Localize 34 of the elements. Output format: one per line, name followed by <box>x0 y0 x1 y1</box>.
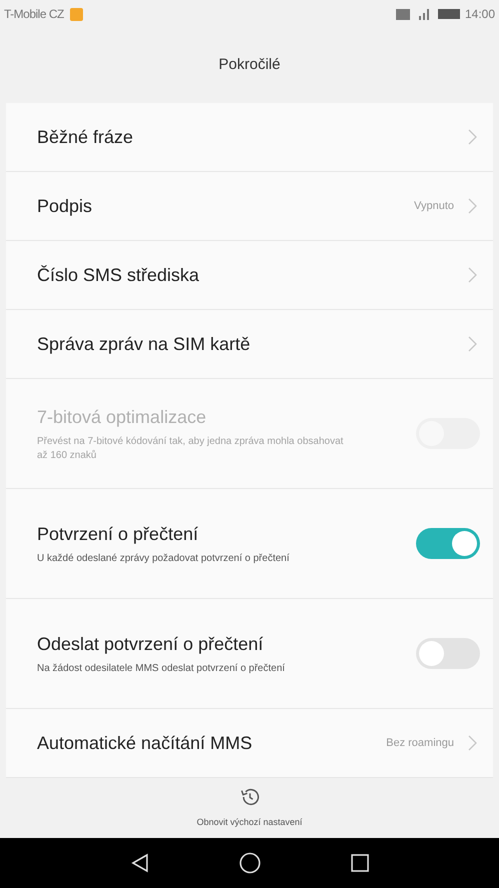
toggle-switch[interactable] <box>416 528 480 559</box>
chevron-icon <box>468 735 477 751</box>
carrier-name: T-Mobile CZ <box>4 6 64 23</box>
row-description: U každé odeslané zprávy požadovat potvrzení o přečtení <box>37 552 290 566</box>
home-icon[interactable] <box>238 852 260 874</box>
row-label: Běžné fráze <box>37 126 134 148</box>
row-label: Číslo SMS střediska <box>37 264 200 286</box>
row-label: Potvrzení o přečtení <box>37 523 200 546</box>
screen-title: Pokročilé <box>218 55 280 76</box>
back-icon[interactable] <box>130 853 148 873</box>
row-label: Správa zpráv na SIM kartě <box>37 332 252 356</box>
settings-row[interactable]: Běžné fráze <box>6 103 493 172</box>
toggle-switch[interactable] <box>416 638 480 669</box>
restore-defaults-label[interactable]: Obnovit výchozí nastavení <box>196 816 302 830</box>
row-label: Podpis <box>37 194 94 218</box>
row-description: Převést na 7-bitové kódování tak, aby jedna zpráva mohla obsahovat až 160 znaků <box>37 435 344 463</box>
notification-icon <box>70 8 83 20</box>
settings-row[interactable]: Číslo SMS střediska <box>6 241 493 310</box>
recents-icon[interactable] <box>350 854 368 872</box>
chevron-icon <box>468 198 477 214</box>
settings-row[interactable]: Automatické načítání MMS Bez roamingu <box>6 709 493 778</box>
row-label: Odeslat potvrzení o přečtení <box>37 633 264 656</box>
row-label: 7-bitová optimalizace <box>37 406 208 429</box>
row-label: Automatické načítání MMS <box>37 732 254 754</box>
row-value: Bez roamingu <box>386 736 454 751</box>
chevron-icon <box>468 336 477 352</box>
clock-time: 14:00 <box>464 6 495 23</box>
chevron-icon <box>468 129 477 145</box>
settings-row[interactable]: Správa zpráv na SIM kartě <box>6 310 493 379</box>
chevron-icon <box>468 267 477 283</box>
settings-row[interactable]: Podpis Vypnuto <box>6 172 493 241</box>
battery-icon <box>438 9 460 19</box>
row-value: Vypnuto <box>414 198 454 214</box>
row-description: Na žádost odesilatele MMS odeslat potvrzení o přečtení <box>37 662 286 676</box>
